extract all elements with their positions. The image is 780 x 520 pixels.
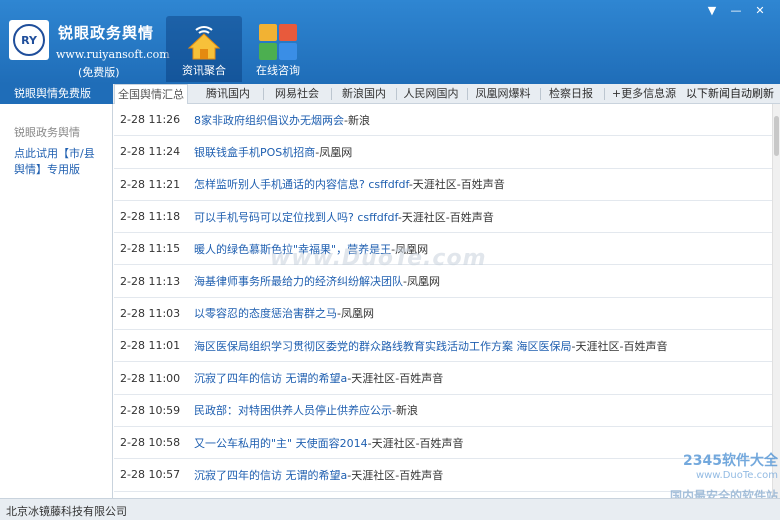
news-source: -凤凰网 (403, 275, 440, 289)
nav-online-consult[interactable]: 在线咨询 (240, 16, 316, 82)
news-scrollbar[interactable] (772, 104, 780, 498)
app-website: www.ruiyansoft.com (56, 48, 170, 61)
tab-separator (540, 88, 541, 100)
close-icon[interactable]: ✕ (752, 4, 768, 17)
news-time: 2-28 10:57 (120, 468, 181, 482)
logo-icon: RY (13, 24, 45, 56)
news-row[interactable]: 2-28 10:57 沉寂了四年的信访 无谓的希望a-天涯社区-百姓声音 (114, 459, 772, 492)
news-title-link[interactable]: 怎样监听别人手机通话的内容信息? csffdfdf (194, 178, 409, 191)
tab-sina-domestic[interactable]: 新浪国内 (334, 84, 394, 104)
tab-more-sources[interactable]: +更多信息源 (606, 84, 682, 104)
sidebar: 锐眼政务舆情 点此试用【市/县舆情】专用版 (0, 104, 113, 498)
news-row[interactable]: 2-28 11:03 以零容忍的态度惩治害群之马-凤凰网 (114, 298, 772, 331)
tab-separator (396, 88, 397, 100)
news-source: -凤凰网 (337, 307, 374, 321)
news-title-link[interactable]: 以零容忍的态度惩治害群之马 (194, 307, 337, 320)
minimize-icon[interactable]: — (728, 4, 744, 17)
news-source: -天涯社区-百姓声音 (397, 210, 494, 224)
news-row[interactable]: 2-28 11:01 海区医保局组织学习贯彻区委党的群众路线教育实践活动工作方案… (114, 330, 772, 363)
news-title-link[interactable]: 海基律师事务所最给力的经济纠纷解决团队 (194, 275, 403, 288)
news-title-link[interactable]: 海区医保局组织学习贯彻区委党的群众路线教育实践活动工作方案 海区医保局 (194, 340, 572, 353)
news-source: -新浪 (392, 404, 418, 418)
news-title-link[interactable]: 民政部：对特困供养人员停止供养应公示 (194, 404, 392, 417)
tab-separator (467, 88, 468, 100)
news-row[interactable]: 2-28 11:26 8家非政府组织倡议办无烟两会-新浪 (114, 104, 772, 137)
news-row[interactable]: 2-28 11:15 暖人的绿色慕斯色拉"幸福果"，营养是王-凤凰网 (114, 233, 772, 266)
scrollbar-thumb[interactable] (774, 116, 779, 156)
app-header: RY 锐眼政务舆情 www.ruiyansoft.com (免费版) 资讯聚合 … (0, 0, 780, 84)
news-time: 2-28 11:00 (120, 371, 181, 385)
tab-national-summary[interactable]: 全国舆情汇总 (114, 84, 188, 104)
news-source: -凤凰网 (315, 145, 353, 159)
home-icon (187, 26, 221, 60)
sidebar-heading: 锐眼政务舆情 (14, 126, 80, 139)
news-time: 2-28 11:24 (120, 145, 181, 159)
tab-separator (263, 88, 264, 100)
news-source: -天涯社区-百姓声音 (408, 178, 505, 192)
news-time: 2-28 11:01 (120, 339, 181, 353)
news-row[interactable]: 2-28 11:18 可以手机号码可以定位找到人吗? csffdfdf-天涯社区… (114, 201, 772, 234)
news-time: 2-28 11:15 (120, 242, 181, 256)
news-title-link[interactable]: 又一公车私用的"主" 天使面容2014 (194, 437, 368, 450)
news-time: 2-28 11:21 (120, 177, 181, 191)
news-source: -天涯社区-百姓声音 (347, 468, 444, 482)
news-title-link[interactable]: 沉寂了四年的信访 无谓的希望a (194, 372, 347, 385)
news-time: 2-28 11:18 (120, 210, 181, 224)
source-tab-bar: 锐眼舆情免费版 全国舆情汇总 腾讯国内 网易社会 新浪国内 人民网国内 凤凰网爆… (0, 84, 780, 104)
news-time: 2-28 10:59 (120, 403, 181, 417)
nav-online-consult-label: 在线咨询 (256, 64, 300, 77)
news-row[interactable]: 2-28 11:13 海基律师事务所最给力的经济纠纷解决团队-凤凰网 (114, 265, 772, 298)
news-time: 2-28 10:58 (120, 436, 181, 450)
news-time: 2-28 11:03 (120, 306, 181, 320)
tab-tencent-domestic[interactable]: 腾讯国内 (196, 84, 260, 104)
news-title-link[interactable]: 8家非政府组织倡议办无烟两会 (194, 114, 344, 127)
tab-people-domestic[interactable]: 人民网国内 (398, 84, 464, 104)
news-row[interactable]: 2-28 11:00 沉寂了四年的信访 无谓的希望a-天涯社区-百姓声音 (114, 362, 772, 395)
news-source: -新浪 (344, 113, 370, 127)
news-title-link[interactable]: 沉寂了四年的信访 无谓的希望a (194, 469, 347, 482)
news-title-link[interactable]: 暖人的绿色慕斯色拉"幸福果"，营养是王 (194, 243, 391, 256)
news-source: -天涯社区-百姓声音 (367, 436, 464, 450)
tab-separator (331, 88, 332, 100)
news-title-link[interactable]: 银联钱盒手机POS机招商 (194, 146, 315, 159)
app-grid-icon (259, 24, 297, 60)
company-name: 北京冰镜藤科技有限公司 (6, 505, 127, 518)
news-source: -天涯社区-百姓声音 (571, 339, 668, 353)
news-row[interactable]: 2-28 11:24 银联钱盒手机POS机招商-凤凰网 (114, 136, 772, 169)
nav-news-aggregation-label: 资讯聚合 (182, 64, 226, 77)
news-row[interactable]: 2-28 11:21 怎样监听别人手机通话的内容信息? csffdfdf-天涯社… (114, 169, 772, 201)
tab-procuratorate-daily[interactable]: 检察日报 (542, 84, 600, 104)
app-edition: (免费版) (78, 66, 120, 79)
news-row[interactable]: 2-28 10:59 民政部：对特困供养人员停止供养应公示-新浪 (114, 395, 772, 427)
auto-refresh-note: 以下新闻自动刷新 (686, 87, 774, 100)
status-bar: 北京冰镜藤科技有限公司 (0, 498, 780, 520)
tab-ifeng-tipoff[interactable]: 凤凰网爆料 (470, 84, 536, 104)
news-source: -天涯社区-百姓声音 (347, 372, 444, 386)
nav-news-aggregation[interactable]: 资讯聚合 (166, 16, 242, 82)
news-row[interactable]: 2-28 10:58 又一公车私用的"主" 天使面容2014-天涯社区-百姓声音 (114, 427, 772, 460)
news-title-link[interactable]: 可以手机号码可以定位找到人吗? csffdfdf (194, 211, 398, 224)
news-source: -凤凰网 (391, 242, 429, 256)
app-title: 锐眼政务舆情 (58, 24, 155, 42)
news-time: 2-28 11:26 (120, 113, 181, 127)
trial-city-edition-link[interactable]: 点此试用【市/县舆情】专用版 (14, 146, 104, 178)
news-time: 2-28 11:13 (120, 274, 181, 288)
news-list: 2-28 11:26 8家非政府组织倡议办无烟两会-新浪 2-28 11:24 … (114, 104, 772, 498)
app-logo: RY (9, 20, 49, 60)
tab-separator (604, 88, 605, 100)
tab-netease-society[interactable]: 网易社会 (266, 84, 328, 104)
sidebar-tab-free-edition[interactable]: 锐眼舆情免费版 (0, 84, 113, 104)
menu-dropdown-icon[interactable]: ▼ (704, 4, 720, 17)
